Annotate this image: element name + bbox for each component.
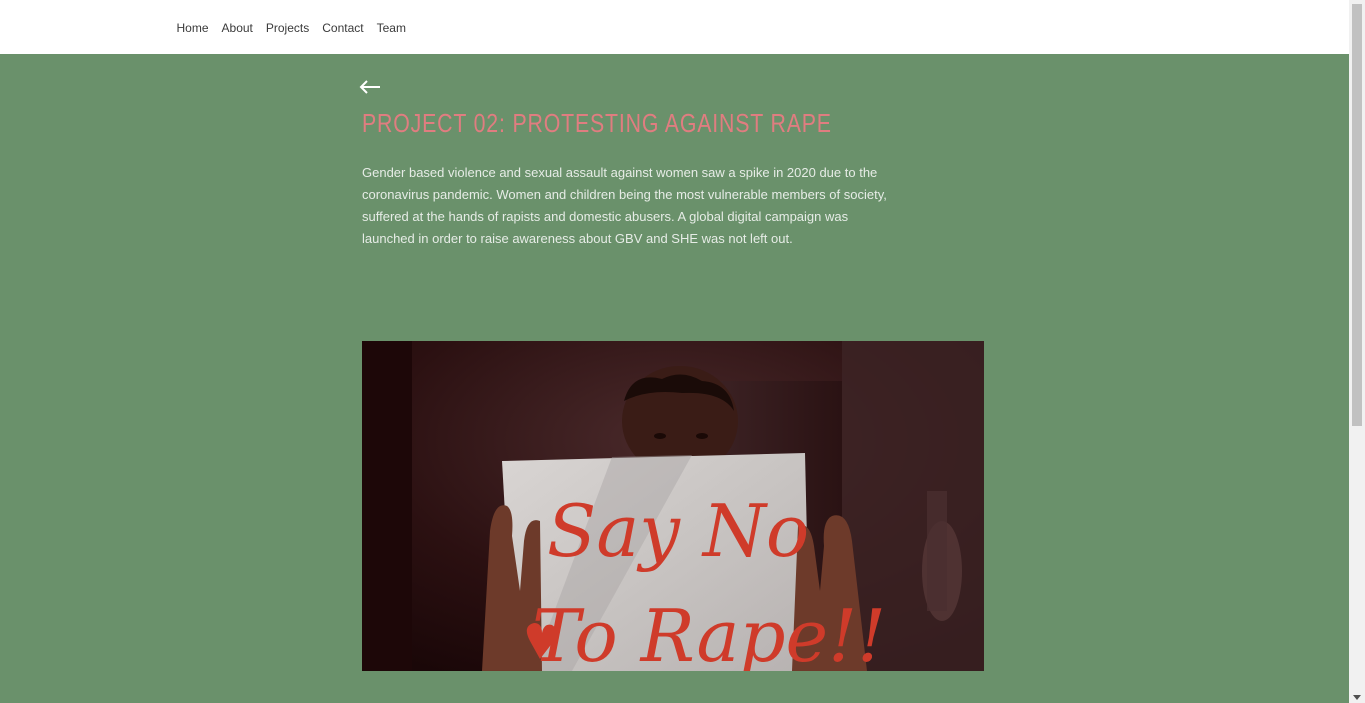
project-title: PROJECT 02: PROTESTING AGAINST RAPE xyxy=(362,108,832,138)
project-photo: Say No To Rape!! xyxy=(362,341,984,671)
nav-contact-link[interactable]: Contact xyxy=(316,18,370,38)
sign-text-line-2: To Rape!! xyxy=(532,594,886,671)
left-arrow-icon[interactable] xyxy=(358,74,382,100)
site-header: Home About Projects Contact Team xyxy=(0,0,1349,54)
project-description: Gender based violence and sexual assault… xyxy=(362,165,887,246)
scroll-down-arrow-icon[interactable] xyxy=(1353,695,1361,700)
page: Home About Projects Contact Team PROJECT… xyxy=(0,0,1365,703)
photo-illustration: Say No To Rape!! xyxy=(362,341,984,671)
main-nav: Home About Projects Contact Team xyxy=(170,18,412,38)
nav-projects-link[interactable]: Projects xyxy=(259,18,315,38)
nav-team-link[interactable]: Team xyxy=(370,18,412,38)
scrollbar[interactable] xyxy=(1349,0,1365,703)
photo-left-shadow xyxy=(362,341,412,671)
nav-home-link[interactable]: Home xyxy=(170,18,215,38)
scrollbar-thumb[interactable] xyxy=(1352,4,1362,426)
sign-text-line-1: Say No xyxy=(547,489,809,573)
nav-about-link[interactable]: About xyxy=(215,18,259,38)
